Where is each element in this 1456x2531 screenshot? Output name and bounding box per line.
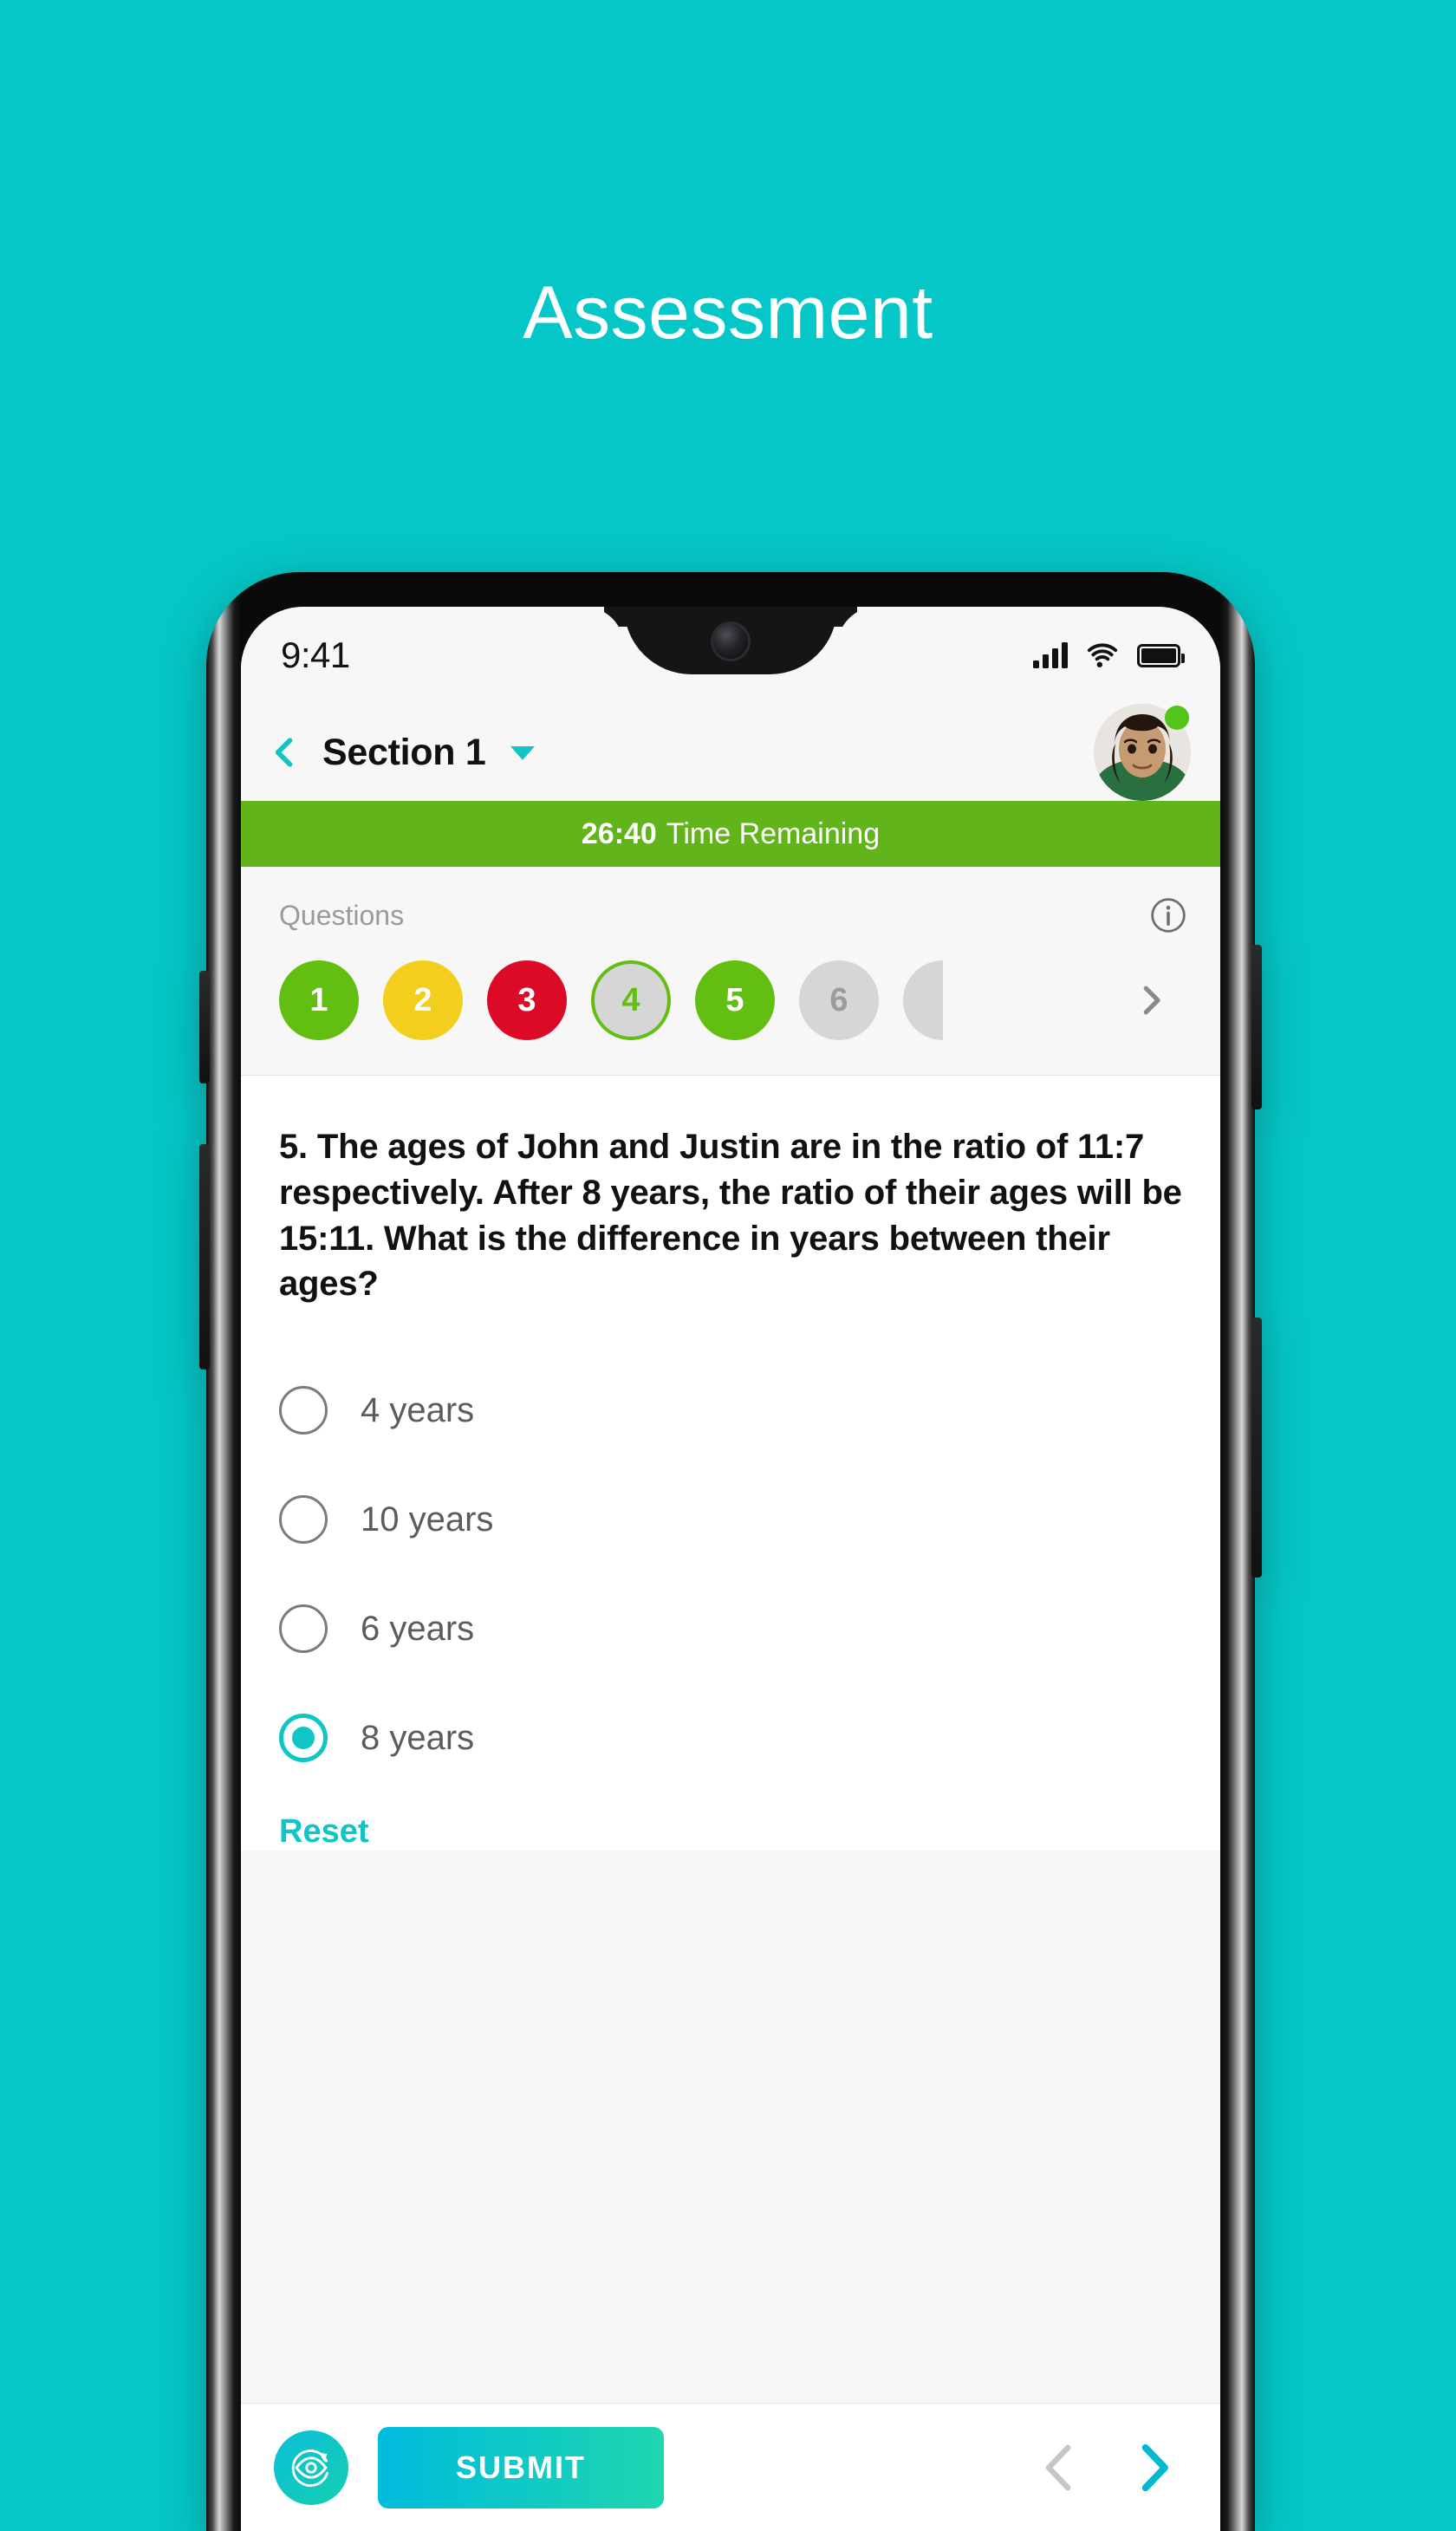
reset-link[interactable]: Reset — [279, 1813, 369, 1851]
timer-bar: 26:40 Time Remaining — [241, 801, 1220, 867]
review-eye-icon — [291, 2449, 328, 2487]
avatar[interactable] — [1094, 704, 1191, 801]
app-nav-bar: Section 1 — [241, 704, 1220, 801]
answer-option-label-2: 10 years — [361, 1500, 494, 1539]
question-number-list[interactable]: 1 2 3 4 5 6 — [241, 934, 1220, 1040]
answer-option-3[interactable]: 6 years — [279, 1574, 1182, 1683]
review-button[interactable] — [274, 2430, 348, 2505]
question-dot-4[interactable]: 4 — [591, 960, 671, 1040]
bottom-action-bar: SUBMIT — [241, 2403, 1220, 2531]
info-circle-icon[interactable] — [1149, 896, 1187, 934]
answer-option-label-4: 8 years — [361, 1718, 475, 1757]
radio-button-1[interactable] — [279, 1386, 328, 1435]
timer-label: Time Remaining — [666, 817, 881, 850]
question-dot-6[interactable]: 6 — [799, 960, 879, 1040]
questions-strip-section: Questions 1 2 3 4 5 6 — [241, 867, 1220, 1076]
answer-option-2[interactable]: 10 years — [279, 1465, 1182, 1574]
answer-option-label-3: 6 years — [361, 1609, 475, 1648]
question-text: 5. The ages of John and Justin are in th… — [279, 1128, 1182, 1304]
phone-screen: 9:41 Section 1 26:40 Time Remaining Ques… — [241, 607, 1220, 2531]
phone-device-frame: 9:41 Section 1 26:40 Time Remaining Ques… — [199, 572, 1262, 2531]
questions-scroll-next-button[interactable] — [1111, 960, 1191, 1040]
side-button-left-upper[interactable] — [199, 971, 210, 1083]
questions-strip-header: Questions — [241, 896, 1220, 934]
power-button[interactable] — [1251, 945, 1262, 1109]
page-title: Assessment — [523, 271, 933, 355]
online-status-dot — [1165, 706, 1189, 730]
answer-options-list: 4 years 10 years 6 years 8 years — [279, 1356, 1182, 1793]
answer-option-label-1: 4 years — [361, 1390, 475, 1429]
chevron-left-icon[interactable] — [265, 733, 303, 771]
side-button-left-lower[interactable] — [199, 1144, 210, 1370]
previous-question-button[interactable] — [1028, 2436, 1092, 2500]
signal-bars-icon — [1033, 642, 1068, 668]
status-time: 9:41 — [281, 634, 350, 675]
caret-down-icon[interactable] — [504, 734, 541, 771]
radio-button-2[interactable] — [279, 1495, 328, 1545]
question-dot-7-partial[interactable] — [903, 960, 943, 1040]
next-question-button[interactable] — [1121, 2436, 1186, 2500]
questions-label: Questions — [279, 899, 405, 931]
chevron-right-icon — [1143, 986, 1160, 1015]
timer-value: 26:40 — [581, 817, 657, 850]
answer-option-1[interactable]: 4 years — [279, 1356, 1182, 1465]
question-body: 5. The ages of John and Justin are in th… — [241, 1076, 1220, 1851]
question-dot-3[interactable]: 3 — [487, 960, 567, 1040]
submit-button[interactable]: SUBMIT — [378, 2426, 664, 2508]
answer-option-4[interactable]: 8 years — [279, 1683, 1182, 1793]
question-dot-2[interactable]: 2 — [383, 960, 463, 1040]
wifi-icon — [1087, 643, 1118, 667]
question-dot-5[interactable]: 5 — [695, 960, 775, 1040]
front-camera-icon — [713, 624, 748, 659]
volume-button[interactable] — [1251, 1318, 1262, 1578]
radio-button-4[interactable] — [279, 1714, 328, 1763]
question-dot-1[interactable]: 1 — [279, 960, 359, 1040]
radio-button-3[interactable] — [279, 1604, 328, 1654]
status-icons — [1033, 642, 1185, 668]
section-title: Section 1 — [322, 731, 486, 773]
battery-full-icon — [1137, 643, 1185, 667]
notch — [624, 607, 837, 674]
